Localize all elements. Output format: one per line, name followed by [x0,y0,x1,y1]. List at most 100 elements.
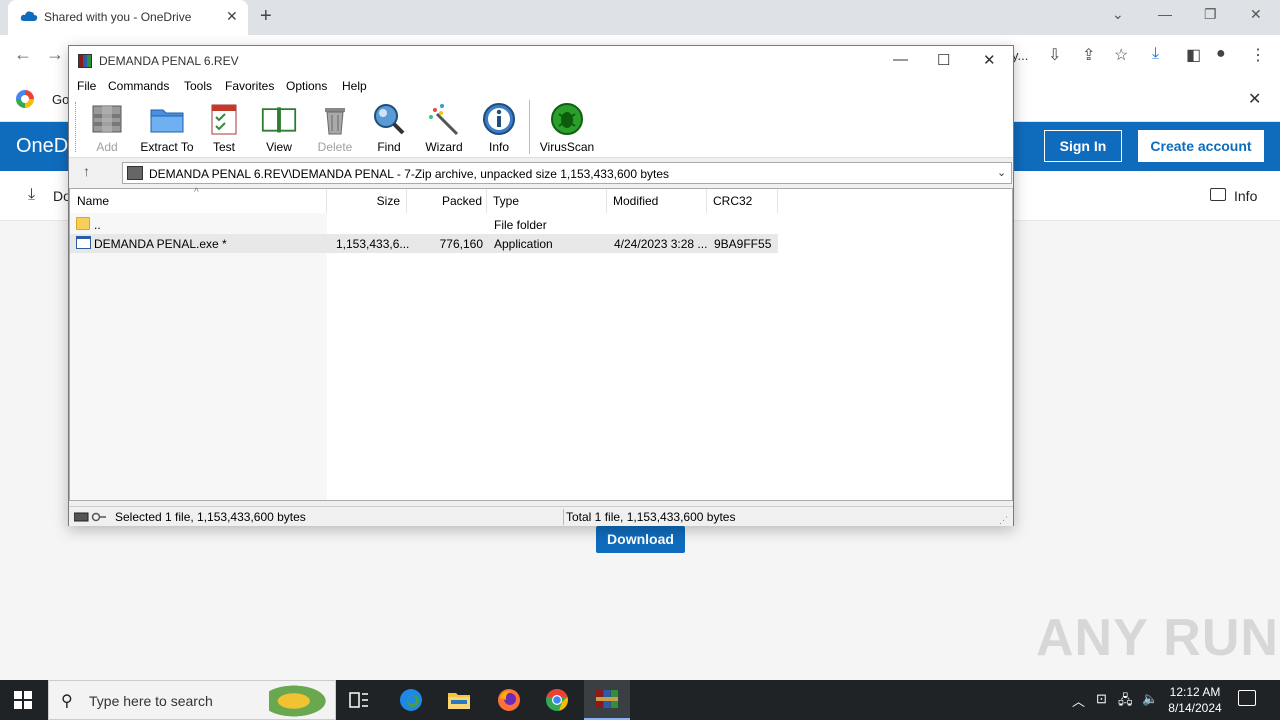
windows-start-icon[interactable] [14,691,32,709]
onedrive-brand[interactable]: OneD [16,135,68,158]
downloads-icon[interactable]: ⤓ [1152,45,1159,63]
bookmark-star-icon[interactable]: ☆ [1114,45,1128,65]
new-tab-icon[interactable]: + [260,5,272,28]
tray-app-icon[interactable]: ⊡ [1096,691,1107,707]
winrar-title: DEMANDA PENAL 6.REV [99,54,239,68]
sort-caret-icon: ^ [194,187,199,198]
table-row-exe[interactable]: DEMANDA PENAL.exe * 1,153,433,6... 776,1… [70,234,778,253]
install-app-icon[interactable]: ⇩ [1048,45,1061,65]
browser-close-icon[interactable]: ✕ [1250,6,1262,23]
chrome-icon[interactable] [534,680,580,720]
menu-favorites[interactable]: Favorites [225,79,274,93]
menu-file[interactable]: File [77,79,96,93]
taskbar-clock[interactable]: 12:12 AM 8/14/2024 [1160,684,1230,716]
info-command[interactable]: Info [1234,188,1257,204]
browser-restore-icon[interactable]: ❐ [1204,6,1217,23]
menu-tools[interactable]: Tools [184,79,212,93]
application-exe-icon [76,236,91,249]
browser-minimize-icon[interactable]: — [1158,6,1172,22]
notification-center-icon[interactable] [1238,690,1256,706]
winrar-minimize-icon[interactable]: — [893,51,908,68]
profile-avatar-icon[interactable]: ● [1216,45,1226,63]
side-panel-icon[interactable]: ◧ [1186,45,1201,65]
browser-tab[interactable]: Shared with you - OneDrive ✕ [8,0,248,35]
row-type: File folder [494,218,547,232]
sign-in-button[interactable]: Sign In [1044,130,1122,162]
virusscan-button[interactable]: VirusScan [539,102,595,156]
virusscan-label: VirusScan [539,140,595,154]
toolbar-grip [75,102,78,152]
chrome-logo-icon [16,90,34,108]
folder-icon [76,217,90,230]
delete-button[interactable]: Delete [315,102,355,156]
archive-path-text: DEMANDA PENAL 6.REV\DEMANDA PENAL - 7-Zi… [149,167,670,181]
volume-icon[interactable]: 🔈 [1142,691,1158,707]
test-button[interactable]: Test [205,102,243,156]
up-folder-icon[interactable]: ↑ [83,163,90,179]
onedrive-cloud-icon [20,11,38,21]
view-book-icon [261,102,297,136]
file-explorer-icon[interactable] [436,680,482,720]
clock-date: 8/14/2024 [1168,701,1222,715]
chevron-down-icon[interactable]: ⌄ [997,166,1006,179]
archive-path-combo[interactable]: DEMANDA PENAL 6.REV\DEMANDA PENAL - 7-Zi… [122,162,1012,184]
column-header-size[interactable]: Size [327,189,407,213]
firefox-icon[interactable] [486,680,532,720]
wizard-button[interactable]: Wizard [423,102,465,156]
magnifier-icon [371,102,407,136]
menu-help[interactable]: Help [342,79,367,93]
winrar-maximize-icon[interactable]: ☐ [937,51,950,69]
row-size: 1,153,433,6... [336,237,410,251]
column-header-type[interactable]: Type [487,189,607,213]
tab-search-icon[interactable]: ⌄ [1112,6,1124,23]
find-button[interactable]: Find [369,102,409,156]
task-view-icon[interactable] [336,680,382,720]
network-icon[interactable]: 🖧 [1118,691,1133,713]
winrar-titlebar[interactable]: DEMANDA PENAL 6.REV — ☐ ✕ [69,46,1013,76]
table-row-parent-folder[interactable]: .. File folder [70,215,778,234]
winrar-toolbar: Add Extract To Test View Delete Find Wiz… [69,96,1013,158]
download-icon[interactable]: ⤓ [28,186,35,204]
tab-close-icon[interactable]: ✕ [226,8,238,25]
trash-icon [317,102,353,136]
row-modified: 4/24/2023 3:28 ... [614,237,708,251]
taskbar-search-box[interactable]: ⚲ Type here to search [48,680,336,720]
extract-to-button[interactable]: Extract To [139,102,195,156]
winrar-statusbar: Selected 1 file, 1,153,433,600 bytes Tot… [69,506,1013,526]
view-button[interactable]: View [257,102,301,156]
menu-commands[interactable]: Commands [108,79,169,93]
add-button[interactable]: Add [87,102,127,156]
status-divider [563,509,564,525]
edge-icon[interactable] [388,680,434,720]
info-icon [481,102,517,136]
clock-time: 12:12 AM [1169,685,1221,699]
resize-grip-icon[interactable]: ⋰ [999,515,1008,526]
extract-folder-icon [149,102,185,136]
winrar-taskbar-icon[interactable] [584,680,630,720]
column-header-name[interactable]: ^ Name [70,187,327,213]
info-panel-icon[interactable] [1210,188,1226,201]
browser-menu-icon[interactable]: ⋮ [1250,45,1266,65]
column-header-packed[interactable]: Packed [407,189,487,213]
share-icon[interactable]: ⇪ [1082,45,1095,65]
info-bar-close-icon[interactable]: ✕ [1248,89,1261,109]
browser-tab-strip: Shared with you - OneDrive ✕ + ⌄ — ❐ ✕ [0,0,1280,35]
create-account-button[interactable]: Create account [1138,130,1264,162]
address-bar: ↑ DEMANDA PENAL 6.REV\DEMANDA PENAL - 7-… [69,158,1013,186]
winrar-window: DEMANDA PENAL 6.REV — ☐ ✕ File Commands … [68,45,1014,526]
add-archive-icon [89,102,125,136]
column-header-modified[interactable]: Modified [607,189,707,213]
search-placeholder: Type here to search [89,693,213,709]
forward-icon[interactable]: → [46,44,64,65]
download-button[interactable]: Download [596,526,685,553]
omnibox-text[interactable]: y... [1012,48,1028,63]
menu-options[interactable]: Options [286,79,327,93]
info-button[interactable]: Info [479,102,519,156]
winrar-close-icon[interactable]: ✕ [983,51,996,69]
anyrun-watermark: ANY RUN [1036,609,1279,667]
virusscan-icon [549,102,585,136]
corn-search-highlight-icon [269,683,331,719]
column-header-crc32[interactable]: CRC32 [707,189,778,213]
back-icon[interactable]: ← [14,44,32,65]
tray-overflow-icon[interactable]: ︿ [1072,691,1085,710]
